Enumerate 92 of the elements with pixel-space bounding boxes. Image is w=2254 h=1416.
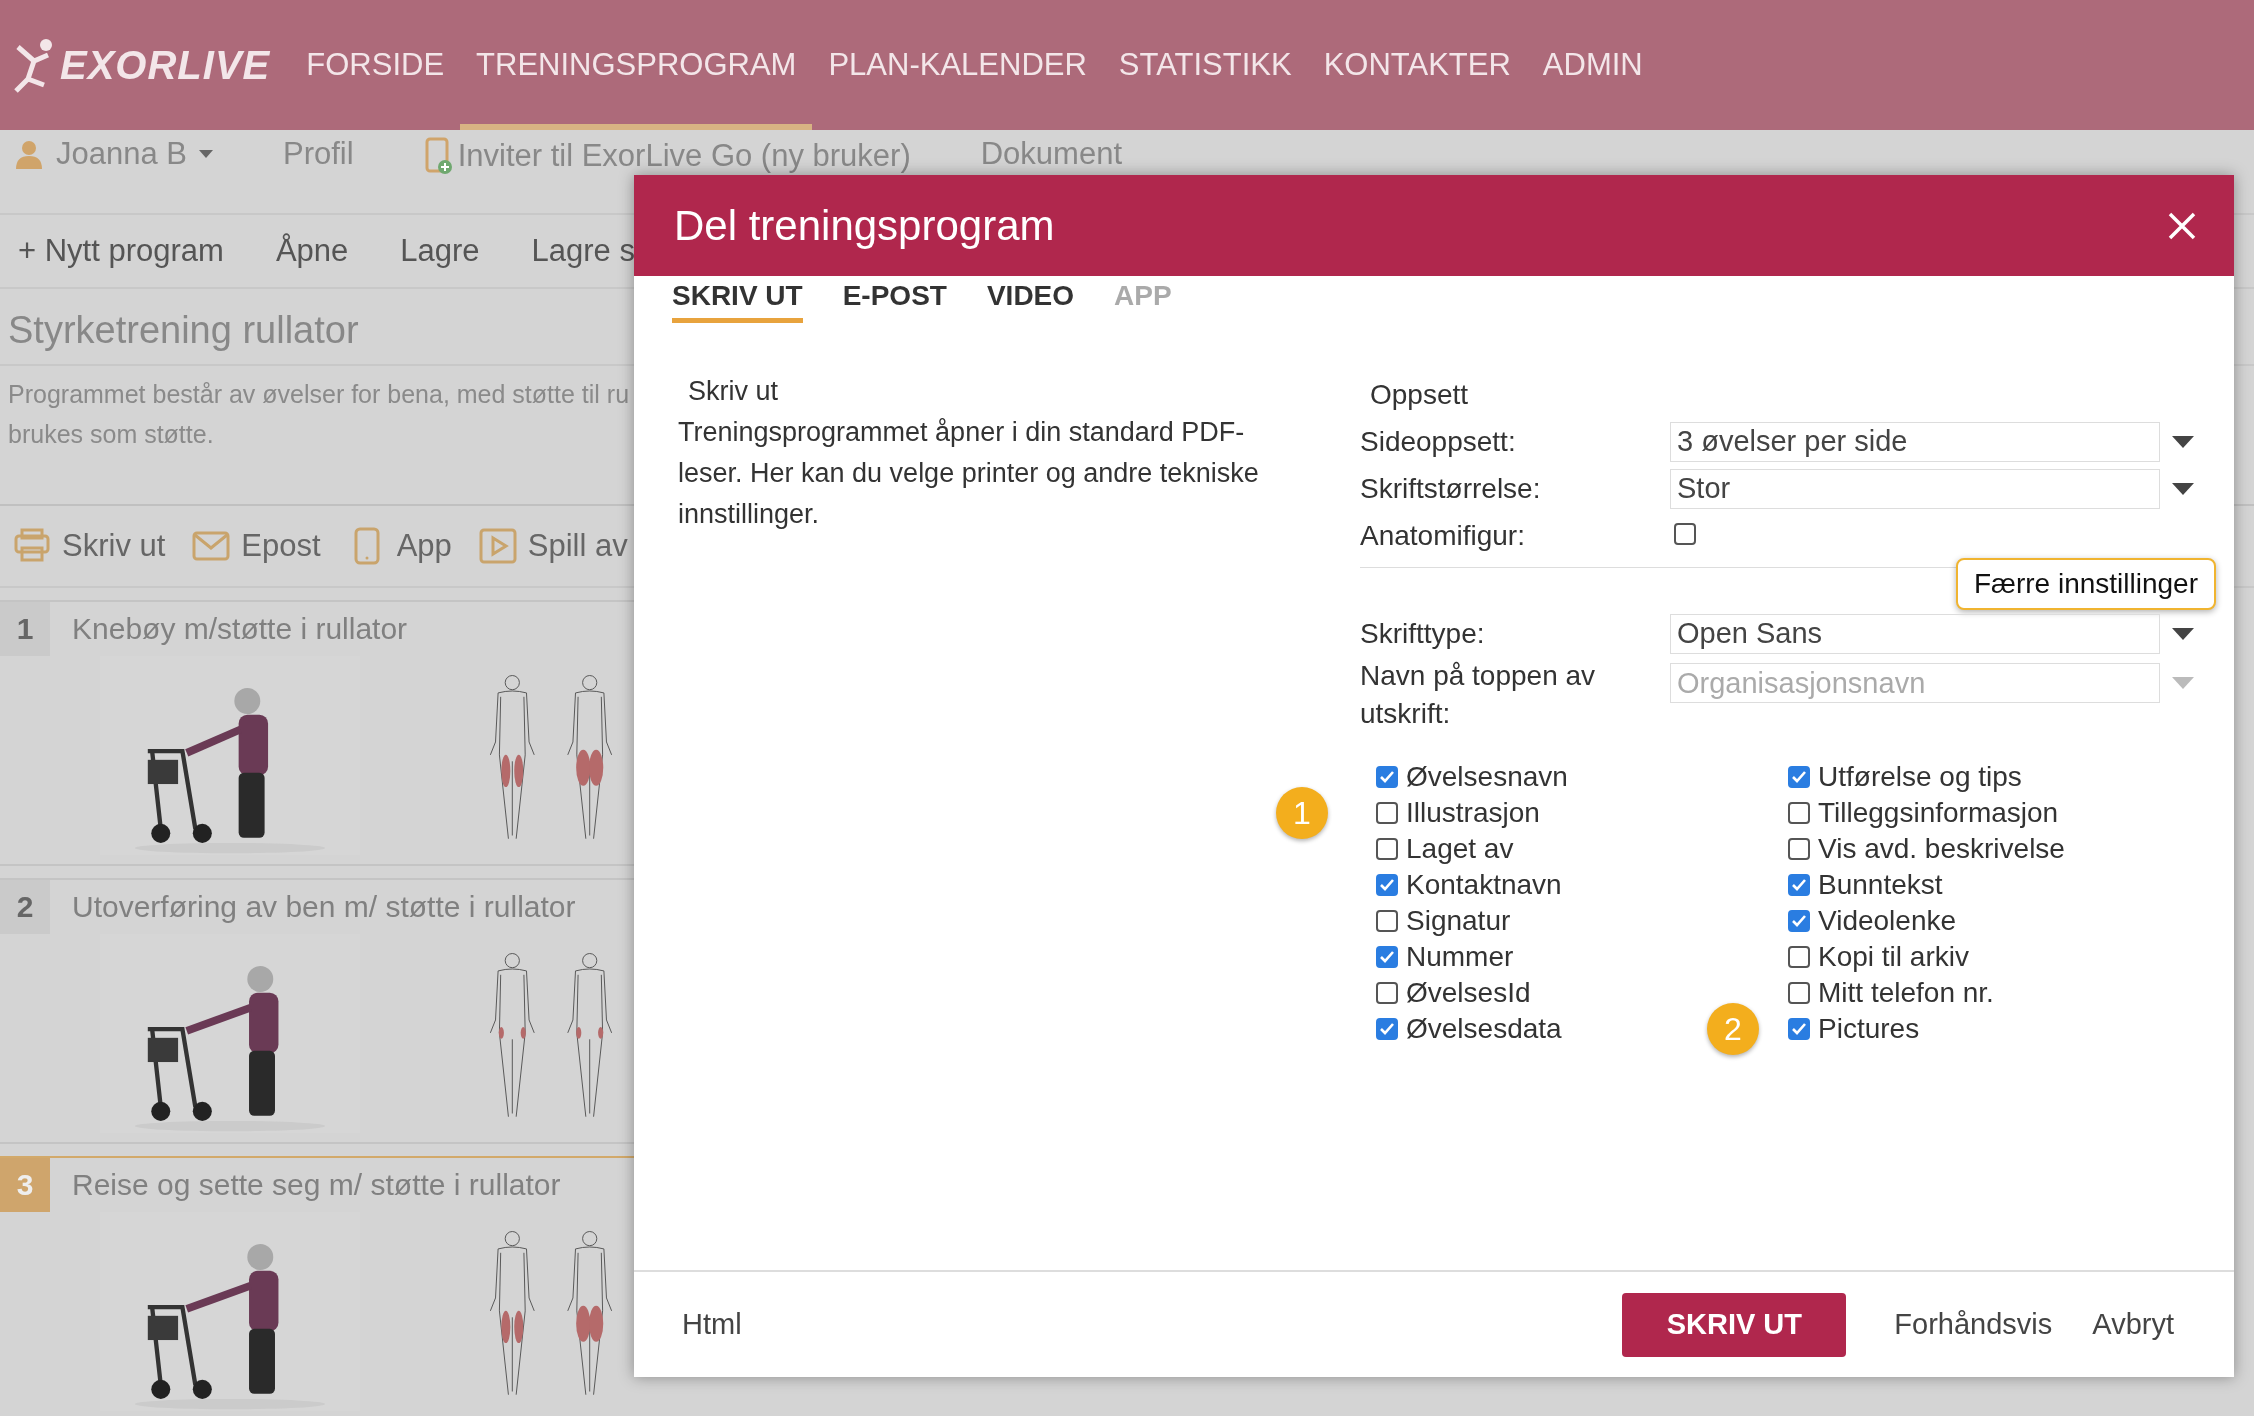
checkbox[interactable] bbox=[1788, 982, 1810, 1004]
print-button[interactable]: SKRIV UT bbox=[1622, 1292, 1847, 1357]
checkbox[interactable] bbox=[1376, 766, 1398, 788]
action-button[interactable]: App bbox=[396, 528, 452, 564]
checkbox-label: Pictures bbox=[1818, 1013, 1920, 1045]
action-button[interactable]: Spill av bbox=[527, 528, 628, 564]
checkbox[interactable] bbox=[1788, 766, 1810, 788]
checkbox-label: Tilleggsinformasjon bbox=[1818, 797, 2059, 829]
user-menu[interactable]: Joanna B bbox=[56, 136, 187, 172]
callout-badge: 2 bbox=[1707, 1003, 1759, 1055]
checkbox[interactable] bbox=[1376, 802, 1398, 824]
profile-link[interactable]: Profil bbox=[283, 136, 354, 172]
checkbox[interactable] bbox=[1788, 946, 1810, 968]
checkbox-label: Bunntekst bbox=[1818, 869, 1943, 901]
checkbox[interactable] bbox=[1788, 874, 1810, 896]
exercise-number: 3 bbox=[0, 1158, 50, 1212]
field-label: Anatomifigur: bbox=[1360, 518, 1526, 553]
user-icon bbox=[14, 139, 44, 169]
dialog-button[interactable]: Avbryt bbox=[2072, 1298, 2194, 1351]
checkbox-label: Videolenke bbox=[1818, 905, 1957, 937]
exercise-title: Knebøy m/støtte i rullator bbox=[72, 612, 408, 646]
html-link[interactable]: Html bbox=[682, 1308, 742, 1340]
checkbox-label: Kopi til arkiv bbox=[1818, 941, 1969, 973]
dropdown-arrow-icon[interactable] bbox=[2172, 435, 2194, 448]
field-label: Skriftstørrelse: bbox=[1360, 471, 1542, 506]
checkbox[interactable] bbox=[1788, 1018, 1810, 1040]
nav-tab[interactable]: PLAN-KALENDER bbox=[812, 0, 1103, 130]
checkbox[interactable] bbox=[1376, 874, 1398, 896]
action-button[interactable]: Epost bbox=[241, 528, 321, 564]
checkbox-label: Utførelse og tips bbox=[1818, 761, 2022, 793]
fewer-settings-button[interactable]: Færre innstillinger bbox=[1955, 558, 2216, 610]
checkmark-icon bbox=[1379, 878, 1395, 892]
nav-tab[interactable]: STATISTIKK bbox=[1102, 0, 1308, 130]
toolbar-button[interactable]: + Nytt program bbox=[18, 233, 224, 269]
exercise-title: Utoverføring av ben m/ støtte i rullator bbox=[72, 890, 576, 924]
tab[interactable]: SKRIV UT bbox=[672, 280, 803, 323]
exercise-title: Reise og sette seg m/ støtte i rullator bbox=[72, 1168, 561, 1202]
dropdown-field[interactable]: Open Sans bbox=[1670, 613, 2160, 654]
field-label: Skrifttype: bbox=[1360, 616, 1486, 651]
nav-tab[interactable]: ADMIN bbox=[1526, 0, 1659, 130]
checkbox[interactable] bbox=[1788, 838, 1810, 860]
checkbox[interactable] bbox=[1674, 522, 1696, 545]
checkbox[interactable] bbox=[1788, 910, 1810, 932]
checkmark-icon bbox=[1379, 1022, 1395, 1036]
checkmark-icon bbox=[1791, 770, 1807, 784]
checkbox[interactable] bbox=[1376, 946, 1398, 968]
section-heading: Oppsett bbox=[1370, 378, 1470, 411]
caret-icon[interactable] bbox=[199, 150, 213, 158]
exercise-number: 1 bbox=[0, 602, 50, 656]
checkmark-icon bbox=[1379, 950, 1395, 964]
checkbox-label: Øvelsesdata bbox=[1406, 1013, 1562, 1045]
checkbox-label: Kontaktnavn bbox=[1406, 869, 1562, 901]
checkbox-label: Nummer bbox=[1406, 941, 1514, 973]
checkbox[interactable] bbox=[1376, 838, 1398, 860]
phone-plus-icon[interactable] bbox=[423, 136, 454, 176]
field-label: Navn på toppen av utskrift: bbox=[1360, 659, 1597, 731]
invite-link[interactable]: Inviter til ExorLive Go (ny bruker) bbox=[457, 138, 911, 174]
checkbox-label: Illustrasjon bbox=[1406, 797, 1540, 829]
dropdown-arrow-icon[interactable] bbox=[2172, 482, 2194, 495]
nav-tab[interactable]: TRENINGSPROGRAM bbox=[460, 0, 813, 130]
checkmark-icon bbox=[1379, 770, 1395, 784]
checkbox-label: Øvelsesnavn bbox=[1406, 761, 1568, 793]
action-button[interactable]: Skriv ut bbox=[62, 528, 166, 564]
toolbar-button[interactable]: Lagre bbox=[400, 233, 480, 269]
checkbox[interactable] bbox=[1376, 982, 1398, 1004]
dialog-button[interactable]: Forhåndsvis bbox=[1874, 1298, 2073, 1351]
checkbox-label: ØvelsesId bbox=[1406, 977, 1531, 1009]
checkbox[interactable] bbox=[1376, 910, 1398, 932]
checkbox-label: Signatur bbox=[1406, 905, 1511, 937]
callout-badge: 1 bbox=[1276, 787, 1328, 839]
section-heading: Skriv ut bbox=[687, 375, 780, 408]
dropdown-arrow-icon[interactable] bbox=[2172, 627, 2194, 640]
nav-tab[interactable]: KONTAKTER bbox=[1307, 0, 1527, 130]
logo[interactable]: EXORLIVE bbox=[60, 42, 271, 88]
dropdown-field[interactable]: Stor bbox=[1670, 468, 2160, 509]
checkmark-icon bbox=[1791, 878, 1807, 892]
checkbox-label: Vis avd. beskrivelse bbox=[1818, 833, 2065, 865]
toolbar-button[interactable]: Lagre s bbox=[531, 233, 635, 269]
checkbox-label: Mitt telefon nr. bbox=[1818, 977, 1994, 1009]
exercise-number: 2 bbox=[0, 880, 50, 934]
checkmark-icon bbox=[1791, 914, 1807, 928]
dialog-title: Del treningsprogram bbox=[674, 201, 1055, 250]
field-label: Sideoppsett: bbox=[1360, 424, 1517, 459]
checkbox[interactable] bbox=[1376, 1018, 1398, 1040]
checkbox-label: Laget av bbox=[1406, 833, 1514, 865]
toolbar-button[interactable]: Åpne bbox=[275, 233, 349, 269]
nav-tab[interactable]: FORSIDE bbox=[290, 0, 461, 130]
dropdown-field[interactable]: 3 øvelser per side bbox=[1670, 421, 2160, 462]
checkbox[interactable] bbox=[1788, 802, 1810, 824]
dropdown-field[interactable]: Organisasjonsnavn bbox=[1670, 663, 2160, 703]
checkmark-icon bbox=[1791, 1022, 1807, 1036]
document-link[interactable]: Dokument bbox=[980, 136, 1123, 172]
